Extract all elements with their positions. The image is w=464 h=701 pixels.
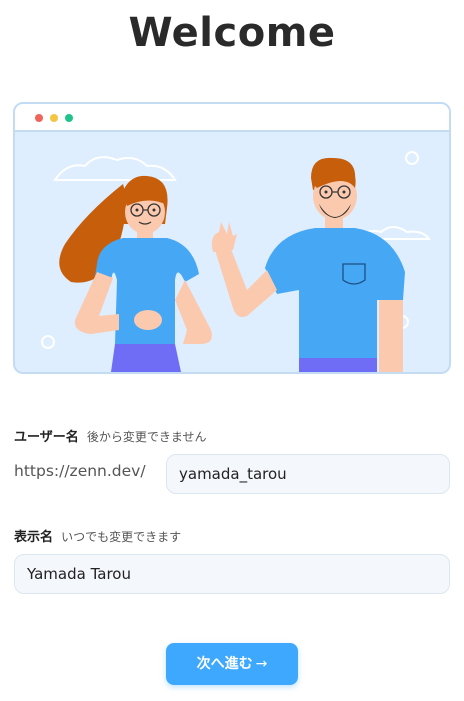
username-label-row: ユーザー名 後から変更できません — [14, 426, 207, 445]
welcome-illustration — [13, 102, 451, 374]
next-button[interactable]: 次へ進む → — [166, 643, 298, 685]
next-button-label: 次へ進む — [196, 656, 253, 672]
window-dots-icon — [35, 114, 73, 122]
display-name-hint: いつでも変更できます — [61, 530, 182, 544]
username-url-prefix: https://zenn.dev/ — [14, 462, 146, 480]
circle-icon — [41, 335, 55, 349]
man-figure — [211, 157, 405, 372]
circle-icon — [405, 151, 419, 165]
page-title: Welcome — [128, 10, 336, 56]
display-name-label: 表示名 — [14, 530, 54, 545]
username-label: ユーザー名 — [14, 430, 79, 445]
woman-figure — [59, 175, 212, 372]
display-name-input[interactable]: Yamada Tarou — [14, 554, 450, 594]
arrow-right-icon: → — [255, 656, 268, 672]
cloud-icon — [53, 156, 177, 181]
username-input[interactable]: yamada_tarou — [166, 454, 450, 494]
display-name-label-row: 表示名 いつでも変更できます — [14, 526, 181, 545]
username-hint: 後から変更できません — [86, 430, 207, 444]
